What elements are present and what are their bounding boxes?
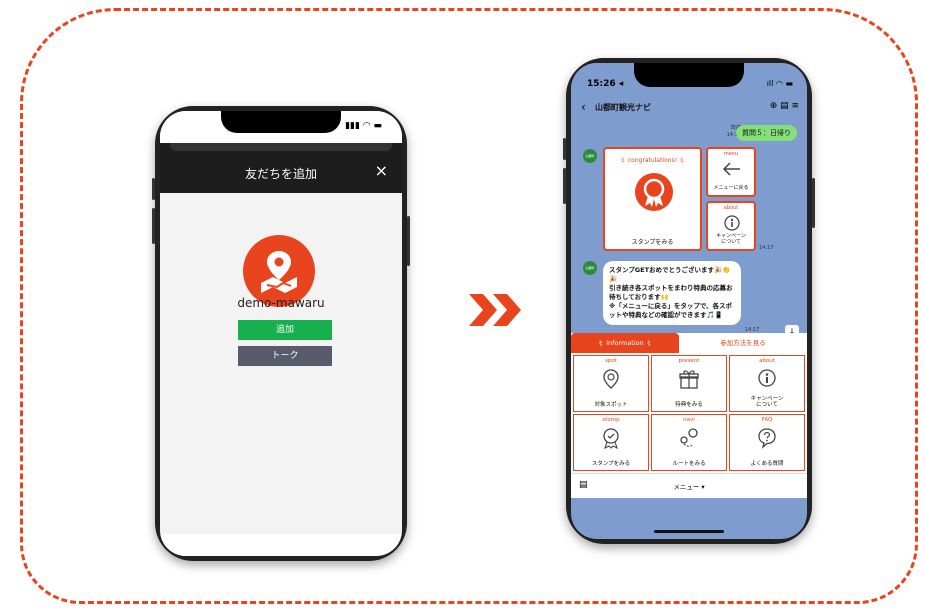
menu-toggle[interactable]: メニュー ▾	[571, 481, 807, 491]
bot-message: スタンプGETおめでとうございます🎉👏🎉 引き続き各スポットをまわり特典の応募お…	[603, 261, 741, 325]
about-card[interactable]: about キャンペーン について	[706, 201, 756, 251]
clock: 15:26 ◂	[587, 79, 624, 89]
chat-nav-bar: ‹ 山都町観光ナビ ⊕ ▤ ≡	[571, 97, 807, 119]
add-friend-button[interactable]: 追加	[238, 320, 332, 340]
add-friend-header: 友だちを追加 ×	[160, 143, 402, 193]
volume-button	[152, 208, 155, 244]
route-icon	[680, 428, 698, 447]
menu-spot[interactable]: spot 対象スポット	[573, 355, 649, 412]
notch	[634, 63, 744, 87]
menu-stamp[interactable]: stomp スタンプをみる	[573, 414, 649, 471]
stamp-badge-icon	[603, 428, 619, 449]
user-message: 質問５：日帰り	[736, 125, 797, 141]
map-pin-icon	[603, 369, 619, 389]
medal-icon	[635, 173, 673, 211]
question-bubble-icon	[758, 428, 776, 449]
power-button	[407, 216, 410, 266]
status-icons: ▮▮▮ ◠ ▬	[345, 121, 382, 131]
info-badge-icon	[724, 215, 740, 231]
gift-icon	[679, 370, 699, 389]
chat-title: 山都町観光ナビ	[595, 103, 651, 112]
congrats-title: 〻 congratulations! 〻	[619, 157, 686, 164]
nav-icons[interactable]: ⊕ ▤ ≡	[770, 101, 799, 111]
back-icon[interactable]: ‹	[581, 100, 586, 114]
close-icon[interactable]: ×	[375, 161, 388, 180]
talk-button[interactable]: トーク	[238, 346, 332, 366]
return-arrow-icon	[722, 162, 740, 176]
volume-button	[152, 178, 155, 200]
menu-present[interactable]: present 特典をみる	[651, 355, 727, 412]
chat-area: 既読 14:17 質問５：日帰り 山都町 〻 congratulations! …	[571, 119, 807, 339]
double-chevron-right-icon	[469, 294, 521, 326]
congrats-card[interactable]: 〻 congratulations! 〻 スタンプをみる	[603, 147, 702, 251]
stamp-label: スタンプをみる	[631, 239, 674, 246]
notch	[221, 111, 341, 133]
left-screen: ▮▮▮ ◠ ▬ 友だちを追加 × demo-mawaru 追加 トーク	[160, 111, 402, 556]
tab-information[interactable]: 〻 information 〻	[571, 333, 679, 353]
tab-how-to-join[interactable]: 参加方法を見る	[679, 333, 807, 353]
menu-faq[interactable]: FAQ よくある質問	[729, 414, 805, 471]
home-indicator	[654, 530, 724, 533]
right-screen: 15:26 ◂ ıll ◠ ▬ ‹ 山都町観光ナビ ⊕ ▤ ≡ 既読 14:17…	[571, 63, 807, 539]
info-badge-icon	[758, 369, 776, 387]
bot-avatar: 山都町	[583, 261, 597, 275]
account-name: demo-mawaru	[237, 296, 325, 310]
left-phone: ▮▮▮ ◠ ▬ 友だちを追加 × demo-mawaru 追加 トーク	[152, 106, 410, 561]
rich-menu-grid: spot 対象スポット present 特典をみる about キャンペーン に…	[571, 353, 807, 473]
rich-menu-tabs: 〻 information 〻 参加方法を見る	[571, 333, 807, 353]
menu-card[interactable]: menu メニューに戻る	[706, 147, 756, 197]
header-title: 友だちを追加	[244, 167, 317, 181]
menu-about[interactable]: about キャンペーン について	[729, 355, 805, 412]
bot-avatar: 山都町	[583, 149, 597, 163]
bottom-bar: ▤ メニュー ▾	[571, 473, 807, 498]
right-phone: 15:26 ◂ ıll ◠ ▬ ‹ 山都町観光ナビ ⊕ ▤ ≡ 既読 14:17…	[563, 58, 815, 544]
menu-navi[interactable]: navi ルートをみる	[651, 414, 727, 471]
status-icons: ıll ◠ ▬	[766, 79, 793, 88]
